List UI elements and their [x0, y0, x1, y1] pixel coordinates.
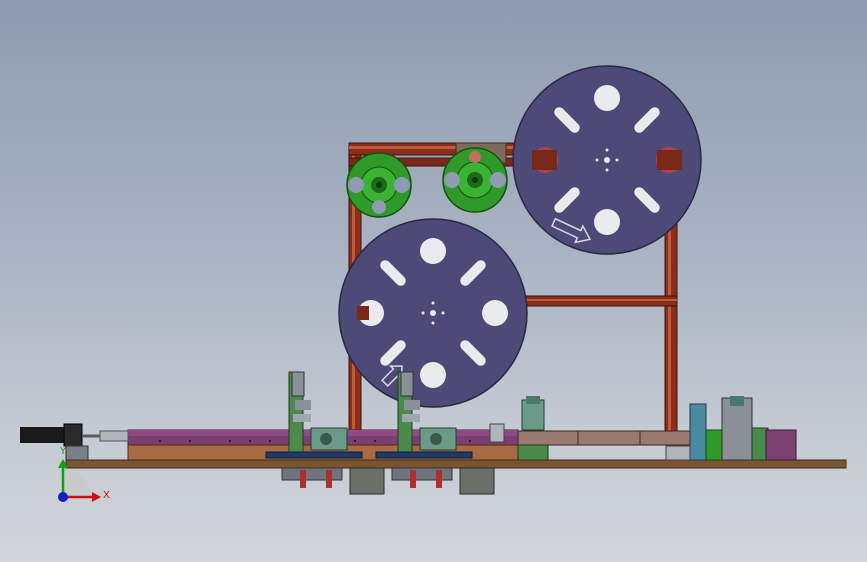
- cad-viewport[interactable]: Y X: [0, 0, 867, 562]
- stepper-motor-left: [349, 467, 385, 495]
- base-plate: [65, 459, 847, 469]
- reel-lower-left: [338, 218, 528, 408]
- reel-upper-right: [512, 65, 702, 255]
- green-pulley-right: [442, 147, 508, 213]
- machine-assembly-drawing[interactable]: [0, 0, 867, 562]
- green-pulley-left: [346, 152, 412, 218]
- frame-cross-beam-highlight: [520, 299, 677, 301]
- left-drive-motor: [20, 423, 129, 461]
- triad-z-origin: [58, 492, 68, 502]
- triad-quadrant: [63, 469, 91, 497]
- triad-y-label: Y: [60, 446, 67, 457]
- stepper-motor-right: [459, 467, 495, 495]
- triad-x-label: X: [103, 490, 110, 501]
- triad-x-arrowhead: [92, 492, 101, 502]
